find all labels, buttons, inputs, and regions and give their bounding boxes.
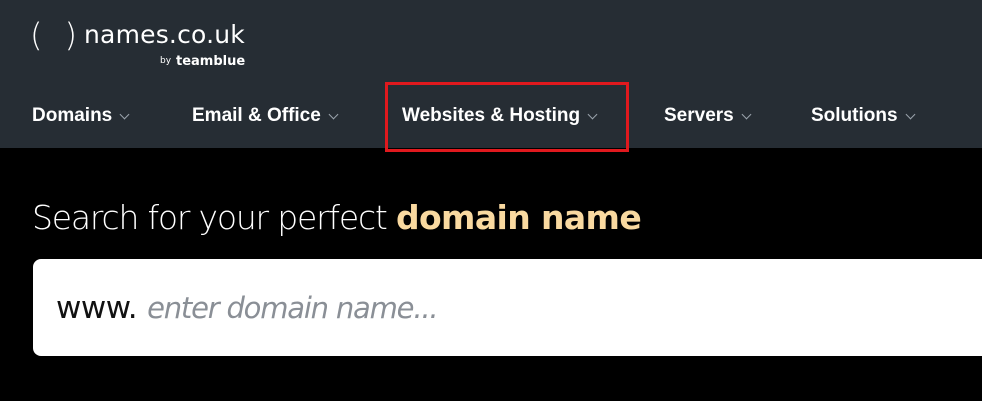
nav-item-solutions[interactable]: Solutions bbox=[811, 90, 916, 142]
nav-item-label: Servers bbox=[664, 105, 734, 126]
chevron-down-icon bbox=[328, 109, 339, 119]
chevron-down-icon bbox=[741, 109, 752, 119]
nav-item-label: Solutions bbox=[811, 105, 898, 126]
main-nav: Domains Email & Office Websites & Hostin… bbox=[0, 90, 982, 142]
chevron-down-icon bbox=[119, 109, 130, 119]
nav-item-servers[interactable]: Servers bbox=[664, 90, 752, 142]
chevron-down-icon bbox=[587, 109, 598, 119]
nav-item-email-office[interactable]: Email & Office bbox=[192, 90, 339, 142]
logo-text: names.co.uk bbox=[84, 20, 245, 49]
hero-title-accent: domain name bbox=[395, 198, 642, 237]
domain-search-input[interactable] bbox=[147, 277, 928, 338]
nav-item-label: Domains bbox=[32, 105, 113, 126]
nav-item-domains[interactable]: Domains bbox=[32, 90, 130, 142]
nav-item-label: Email & Office bbox=[192, 105, 321, 126]
search-prefix: www. bbox=[56, 289, 138, 326]
nav-item-label: Websites & Hosting bbox=[402, 105, 581, 126]
hero-title-prefix: Search for your perfect bbox=[32, 198, 396, 237]
domain-search-box: www. bbox=[33, 259, 982, 356]
site-header: () names.co.uk by teamblue Domains Email… bbox=[0, 0, 982, 148]
chevron-down-icon bbox=[905, 109, 916, 119]
nav-item-websites-hosting[interactable]: Websites & Hosting bbox=[402, 90, 598, 142]
hero-title: Search for your perfect domain name bbox=[32, 198, 642, 237]
logo-by-text: by bbox=[160, 56, 172, 66]
parent-brand-text: teamblue bbox=[176, 54, 246, 69]
logo-parens-icon: () bbox=[30, 16, 77, 54]
site-logo[interactable]: () names.co.uk by teamblue bbox=[30, 14, 260, 76]
